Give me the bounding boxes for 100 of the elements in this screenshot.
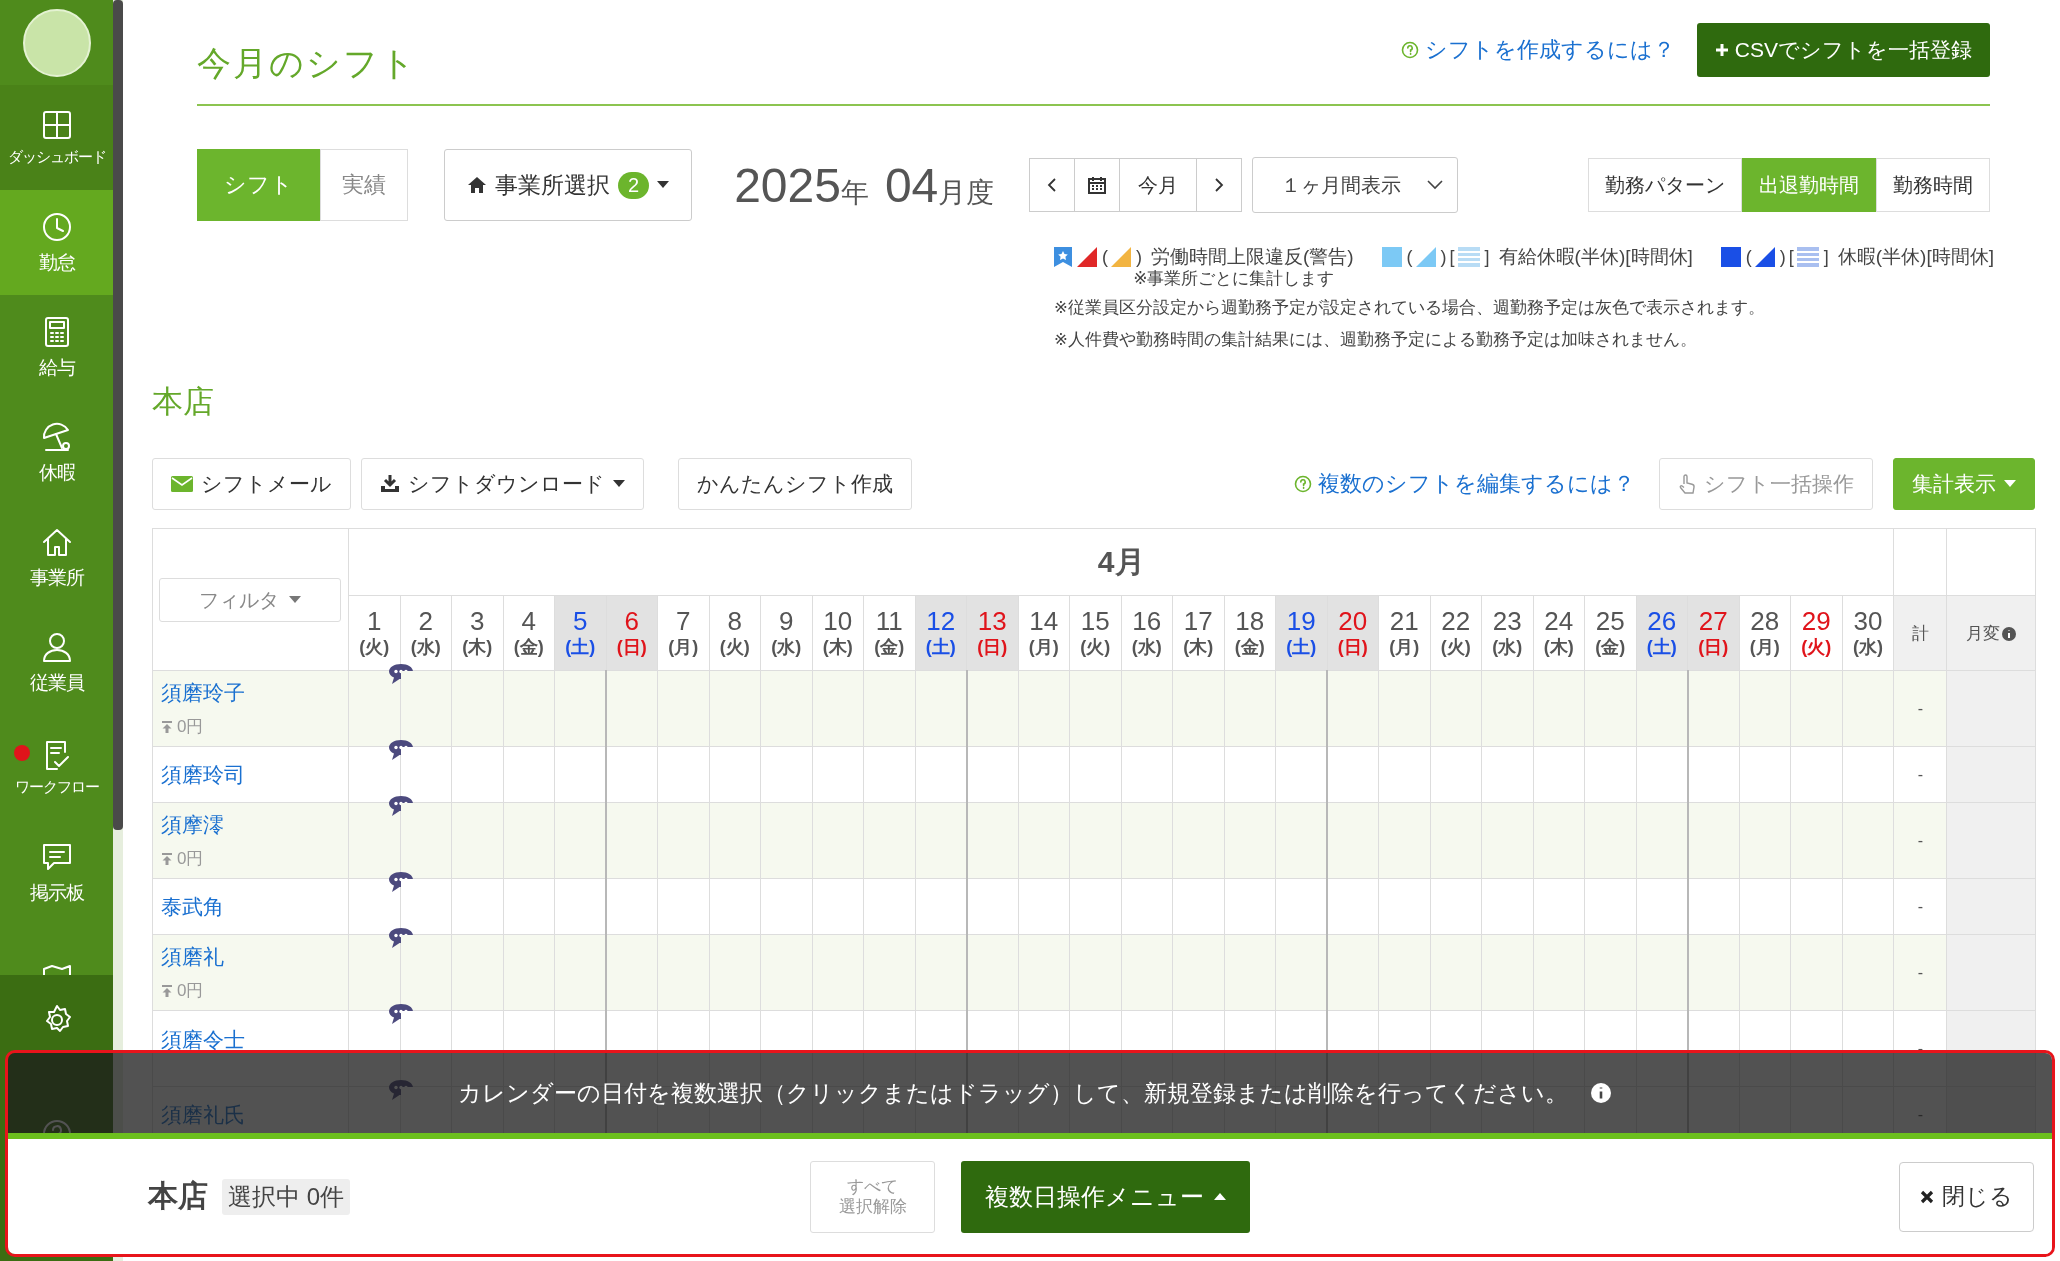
sidebar-item[interactable]: 掲示板 [0,820,113,925]
shift-cell[interactable] [1378,746,1430,803]
shift-cell[interactable] [1121,746,1173,803]
shift-cell[interactable] [1687,934,1739,1011]
shift-cell[interactable] [1327,670,1379,747]
shift-cell[interactable] [1121,934,1173,1011]
day-header[interactable]: 13 (日) [966,595,1018,671]
shift-cell[interactable] [1275,746,1327,803]
shift-cell[interactable] [1584,802,1636,879]
shift-cell[interactable] [1275,802,1327,879]
shift-cell[interactable] [451,746,503,803]
shift-cell[interactable] [709,746,761,803]
shift-cell[interactable] [812,934,864,1011]
day-header[interactable]: 19 (土) [1275,595,1327,671]
shift-cell[interactable] [1842,802,1894,879]
day-header[interactable]: 8 (火) [709,595,761,671]
shift-cell[interactable] [1687,746,1739,803]
shift-cell[interactable] [1430,670,1482,747]
day-header[interactable]: 26 (土) [1636,595,1688,671]
shift-cell[interactable] [966,670,1018,747]
shift-cell[interactable] [400,746,452,803]
shift-cell[interactable] [1172,746,1224,803]
easy-shift-button[interactable]: かんたんシフト作成 [678,458,912,510]
shift-cell[interactable] [1018,802,1070,879]
shift-cell[interactable] [863,878,915,935]
shift-cell[interactable] [915,878,967,935]
shift-cell[interactable] [1172,878,1224,935]
shift-cell[interactable] [1018,670,1070,747]
day-header[interactable]: 16 (水) [1121,595,1173,671]
shift-cell[interactable] [812,802,864,879]
shift-cell[interactable] [1739,934,1791,1011]
shift-cell[interactable] [606,878,658,935]
shift-cell[interactable] [1790,746,1842,803]
day-header[interactable]: 10 (木) [812,595,864,671]
shift-cell[interactable] [451,670,503,747]
shift-cell[interactable] [1224,934,1276,1011]
shift-cell[interactable] [451,802,503,879]
shift-cell[interactable] [400,934,452,1011]
employee-name[interactable]: 須磨礼 [161,943,340,971]
shift-cell[interactable] [1018,746,1070,803]
shift-cell[interactable] [1069,670,1121,747]
shift-cell[interactable] [1069,878,1121,935]
clear-selection-button[interactable]: すべて 選択解除 [810,1160,935,1233]
sidebar-item[interactable]: 従業員 [0,610,113,715]
shift-mail-button[interactable]: シフトメール [152,458,351,510]
multi-day-menu-button[interactable]: 複数日操作メニュー [961,1160,1250,1233]
shift-cell[interactable] [1584,670,1636,747]
office-select[interactable]: 事業所選択 2 [444,149,693,221]
shift-cell[interactable] [709,802,761,879]
shift-cell[interactable] [503,670,555,747]
sidebar-item[interactable]: 給与 [0,295,113,400]
shift-cell[interactable] [1481,878,1533,935]
sidebar-item[interactable]: 勤怠 [0,190,113,295]
shift-cell[interactable] [657,670,709,747]
shift-cell[interactable] [1378,802,1430,879]
csv-import-button[interactable]: CSVでシフトを一括登録 [1696,23,1990,77]
shift-cell[interactable] [1842,746,1894,803]
day-header[interactable]: 14 (月) [1018,595,1070,671]
shift-cell[interactable] [760,670,812,747]
shift-cell[interactable] [1842,934,1894,1011]
shift-cell[interactable] [1481,934,1533,1011]
day-header[interactable]: 22 (火) [1430,595,1482,671]
shift-cell[interactable] [915,746,967,803]
shift-cell[interactable] [1378,878,1430,935]
shift-cell[interactable] [1121,670,1173,747]
shift-cell[interactable] [812,670,864,747]
employee-name[interactable]: 須磨玲子 [161,679,340,707]
shift-cell[interactable] [400,670,452,747]
day-header[interactable]: 21 (月) [1378,595,1430,671]
day-header[interactable]: 25 (金) [1584,595,1636,671]
close-button[interactable]: 閉じる [1899,1161,2034,1232]
employee-name[interactable]: 須摩澪 [161,811,340,839]
shift-cell[interactable] [1275,670,1327,747]
day-header[interactable]: 12 (土) [915,595,967,671]
shift-cell[interactable] [503,802,555,879]
help-link[interactable]: 複数のシフトを編集するには？ [1294,469,1635,499]
shift-cell[interactable] [400,802,452,879]
shift-cell[interactable] [1224,670,1276,747]
shift-cell[interactable] [1430,802,1482,879]
shift-cell[interactable] [760,746,812,803]
shift-cell[interactable] [1481,670,1533,747]
sidebar-item[interactable]: ワークフロー [0,715,113,820]
mode-tab[interactable]: シフト [197,149,320,221]
shift-cell[interactable] [760,802,812,879]
shift-cell[interactable] [1327,934,1379,1011]
day-header[interactable]: 15 (火) [1069,595,1121,671]
shift-cell[interactable] [863,802,915,879]
shift-cell[interactable] [915,934,967,1011]
day-header[interactable]: 24 (木) [1533,595,1585,671]
shift-cell[interactable] [1224,746,1276,803]
shift-cell[interactable] [1430,878,1482,935]
shift-cell[interactable] [657,802,709,879]
shift-cell[interactable] [1790,878,1842,935]
shift-cell[interactable] [503,878,555,935]
shift-cell[interactable] [760,878,812,935]
shift-cell[interactable] [1790,670,1842,747]
shift-cell[interactable] [966,802,1018,879]
shift-cell[interactable] [554,934,606,1011]
shift-cell[interactable] [451,934,503,1011]
shift-cell[interactable] [1842,670,1894,747]
